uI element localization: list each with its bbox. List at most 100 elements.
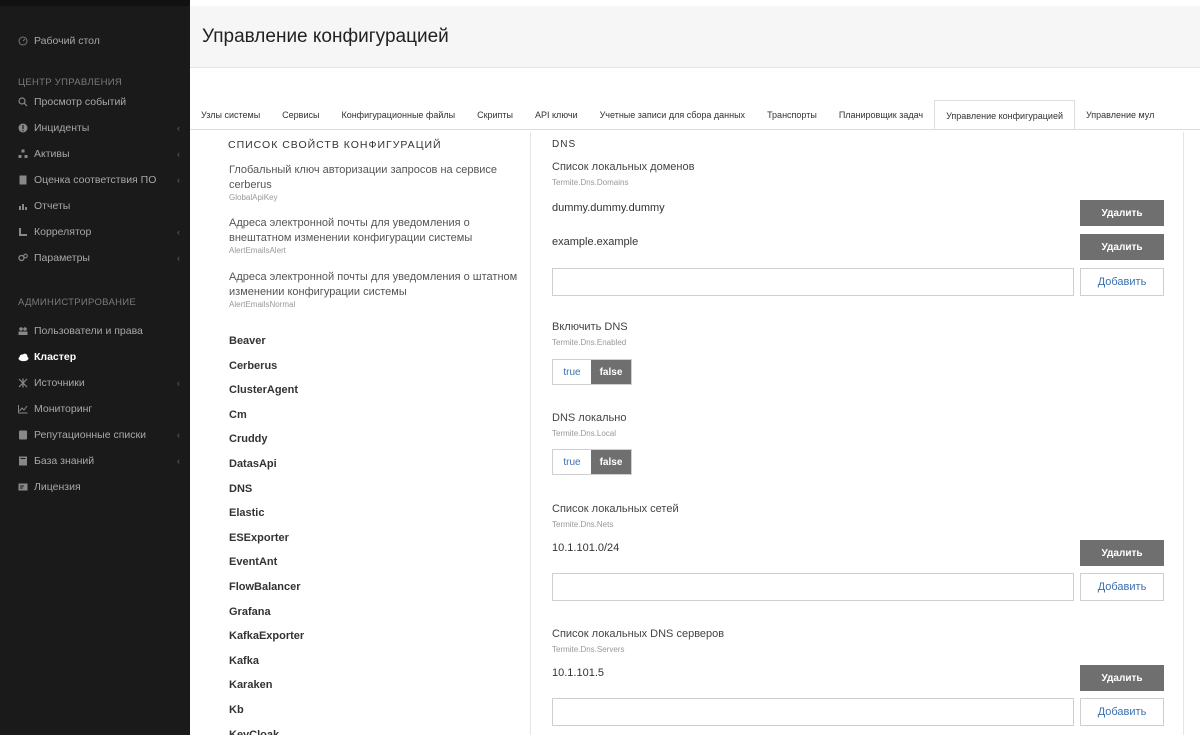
config-property-item[interactable]: Cruddy	[229, 432, 519, 447]
config-property-item[interactable]: Kafka	[229, 654, 519, 669]
sidebar-group-control-center: Просмотр событий Инциденты ‹ Активы ‹ Оценка …	[0, 89, 190, 271]
sidebar-item-label: Инциденты	[34, 122, 90, 134]
config-property-item[interactable]: KeyCloak	[229, 728, 519, 735]
dns-enabled-true-button[interactable]: true	[553, 360, 591, 384]
tab[interactable]: Управление конфигурацией	[934, 100, 1075, 129]
add-server-button[interactable]: Добавить	[1080, 698, 1164, 726]
delete-server-1-button[interactable]: Удалить	[1080, 665, 1164, 691]
domain-value-1: dummy.dummy.dummy	[552, 202, 665, 214]
config-property-item[interactable]: DatasApi	[229, 457, 519, 472]
config-property-item[interactable]: Адреса электронной почты для уведомления…	[229, 216, 519, 256]
dns-local-label: DNS локально	[552, 412, 627, 424]
config-property-item[interactable]: Grafana	[229, 605, 519, 620]
cloud-icon	[18, 352, 29, 362]
sidebar-item[interactable]: Коррелятор ‹	[0, 219, 190, 245]
tab-bar: Узлы системы Сервисы Конфигурационные файл…	[190, 100, 1200, 130]
dns-local-true-button[interactable]: true	[553, 450, 591, 474]
sidebar-item[interactable]: Репутационные списки ‹	[0, 422, 190, 448]
delete-domain-1-button[interactable]: Удалить	[1080, 200, 1164, 226]
dns-local-false-button[interactable]: false	[591, 450, 631, 474]
property-key: GlobalApiKey	[229, 193, 278, 202]
tab[interactable]: Сервисы	[271, 100, 330, 129]
tab[interactable]: Учетные записи для сбора данных	[589, 100, 756, 129]
config-property-item[interactable]: ESExporter	[229, 531, 519, 546]
document-icon	[18, 175, 28, 185]
config-property-item[interactable]: Cerberus	[229, 359, 519, 374]
sidebar-item[interactable]: Оценка соответствия ПО ‹	[0, 167, 190, 193]
sidebar-item[interactable]: Источники ‹	[0, 370, 190, 396]
property-label: Cerberus	[229, 359, 278, 372]
sidebar-item-label: База знаний	[34, 455, 95, 467]
sidebar-item-label: Отчеты	[34, 200, 71, 212]
sidebar-group-administration: Пользователи и права Кластер Источники ‹ Мон…	[0, 318, 190, 500]
domain-input[interactable]	[552, 268, 1074, 296]
sidebar-item[interactable]: База знаний ‹	[0, 448, 190, 474]
sidebar-item-label: Лицензия	[34, 481, 81, 493]
sidebar-item[interactable]: Активы ‹	[0, 141, 190, 167]
sidebar-item[interactable]: Пользователи и права	[0, 318, 190, 344]
config-property-item[interactable]: DNS	[229, 482, 519, 497]
dns-enabled-key: Termite.Dns.Enabled	[552, 338, 627, 347]
sidebar-item[interactable]: Лицензия	[0, 474, 190, 500]
sidebar-item[interactable]: Отчеты	[0, 193, 190, 219]
sidebar-section-administration: АДМИНИСТРИРОВАНИЕ	[18, 297, 137, 308]
config-property-item[interactable]: Kb	[229, 703, 519, 718]
sidebar-item[interactable]: Мониторинг	[0, 396, 190, 422]
detail-title: DNS	[552, 139, 577, 150]
tab[interactable]: Планировщик задач	[828, 100, 934, 129]
sidebar-item-label: Репутационные списки	[34, 429, 146, 441]
dns-enabled-false-button[interactable]: false	[591, 360, 631, 384]
server-input[interactable]	[552, 698, 1074, 726]
correlator-icon	[18, 227, 28, 237]
chevron-left-icon: ‹	[177, 175, 180, 185]
config-property-item[interactable]: KafkaExporter	[229, 629, 519, 644]
config-property-item[interactable]: FlowBalancer	[229, 580, 519, 595]
add-net-button[interactable]: Добавить	[1080, 573, 1164, 601]
page-header: Управление конфигурацией	[190, 6, 1200, 68]
sidebar-item-label: Рабочий стол	[34, 35, 100, 47]
servers-key: Termite.Dns.Servers	[552, 645, 625, 654]
config-property-item[interactable]: Karaken	[229, 678, 519, 693]
sidebar-item[interactable]: Просмотр событий	[0, 89, 190, 115]
config-property-item[interactable]: Beaver	[229, 334, 519, 349]
bar-chart-icon	[18, 201, 28, 211]
dns-local-toggle: true false	[552, 449, 632, 475]
sidebar-item[interactable]: Инциденты ‹	[0, 115, 190, 141]
chevron-left-icon: ‹	[177, 227, 180, 237]
delete-net-1-button[interactable]: Удалить	[1080, 540, 1164, 566]
config-property-item[interactable]: Elastic	[229, 506, 519, 521]
tab[interactable]: Управление мул	[1075, 100, 1165, 129]
net-input[interactable]	[552, 573, 1074, 601]
tab[interactable]: API ключи	[524, 100, 589, 129]
property-label: Cm	[229, 408, 247, 421]
add-domain-button[interactable]: Добавить	[1080, 268, 1164, 296]
sidebar-item-dashboard[interactable]: Рабочий стол	[0, 28, 190, 54]
list-icon	[18, 430, 28, 440]
config-property-item[interactable]: Адреса электронной почты для уведомления…	[229, 270, 519, 310]
chevron-left-icon: ‹	[177, 123, 180, 133]
sidebar-item[interactable]: Параметры ‹	[0, 245, 190, 271]
config-property-item[interactable]: Глобальный ключ авторизации запросов на …	[229, 163, 519, 203]
tab[interactable]: Скрипты	[466, 100, 524, 129]
property-label: Kb	[229, 704, 244, 716]
config-property-item[interactable]: Cm	[229, 408, 519, 423]
property-label: Kafka	[229, 654, 259, 667]
delete-domain-2-button[interactable]: Удалить	[1080, 234, 1164, 260]
config-property-item[interactable]: EventAnt	[229, 555, 519, 570]
property-label: Elastic	[229, 507, 265, 520]
panel-divider-right	[1183, 132, 1184, 735]
property-label: DatasApi	[229, 458, 277, 470]
sidebar-item[interactable]: Кластер	[0, 344, 190, 370]
tab[interactable]: Транспорты	[756, 100, 828, 129]
sources-icon	[18, 378, 28, 388]
config-property-item[interactable]: ClusterAgent	[229, 383, 519, 398]
property-label: Cruddy	[229, 433, 268, 446]
property-label: Адреса электронной почты для уведомления…	[229, 271, 518, 298]
tab[interactable]: Конфигурационные файлы	[330, 100, 466, 129]
property-label: Beaver	[229, 335, 266, 347]
config-detail-panel: DNS Список локальных доменов Termite.Dns…	[540, 130, 1180, 735]
sidebar-item-label: Источники	[34, 377, 85, 389]
tab[interactable]: Узлы системы	[190, 100, 271, 129]
panel-divider	[530, 132, 531, 735]
nets-label: Список локальных сетей	[552, 503, 679, 515]
